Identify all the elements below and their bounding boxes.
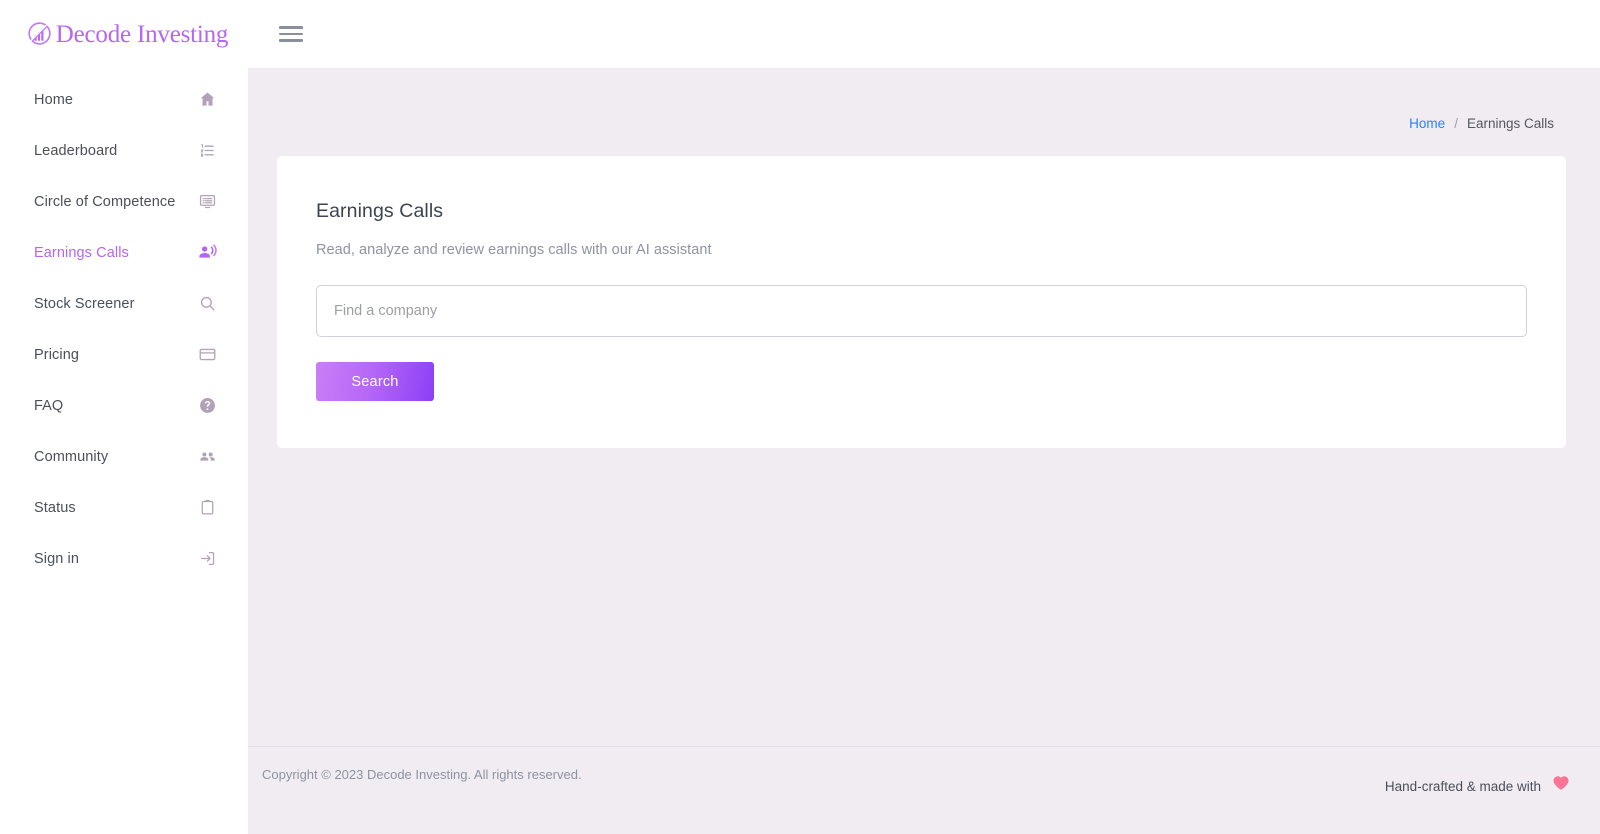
home-icon <box>197 90 217 110</box>
search-input[interactable] <box>316 285 1527 337</box>
sidebar-nav: Home Leaderboard Circle of Competence Ea… <box>0 68 248 584</box>
sidebar-item-label: Sign in <box>34 550 80 567</box>
page-subtitle: Read, analyze and review earnings calls … <box>316 242 712 258</box>
sidebar-item-label: Status <box>34 499 76 516</box>
sidebar-item-status[interactable]: Status <box>0 482 248 533</box>
breadcrumb: Home / Earnings Calls <box>248 68 1600 131</box>
help-circle-icon <box>197 396 217 416</box>
breadcrumb-home-link[interactable]: Home <box>1409 116 1445 131</box>
chart-circle-logo-icon <box>26 20 53 47</box>
app-root: Decode Investing Home Leaderboard Circle… <box>0 0 1600 834</box>
sidebar-item-label: Stock Screener <box>34 295 135 312</box>
sidebar-item-label: Home <box>34 91 74 108</box>
sidebar-item-community[interactable]: Community <box>0 431 248 482</box>
brand-logo[interactable]: Decode Investing <box>0 0 248 68</box>
sidebar: Decode Investing Home Leaderboard Circle… <box>0 0 248 834</box>
sidebar-item-label: Community <box>34 448 109 465</box>
breadcrumb-current: Earnings Calls <box>1466 116 1554 131</box>
hamburger-line <box>279 26 303 29</box>
search-button[interactable]: Search <box>316 362 434 401</box>
sidebar-item-earnings-calls[interactable]: Earnings Calls <box>0 227 248 278</box>
heart-icon <box>1550 771 1572 793</box>
topbar <box>248 0 1600 68</box>
made-with-block: Hand-crafted & made with <box>1385 767 1572 794</box>
content-area: Home / Earnings Calls Earnings Calls Rea… <box>248 68 1600 746</box>
ordered-list-icon <box>197 141 217 161</box>
sidebar-item-label: FAQ <box>34 397 64 414</box>
sidebar-item-leaderboard[interactable]: Leaderboard <box>0 125 248 176</box>
made-with-text: Hand-crafted & made with <box>1384 779 1541 794</box>
sidebar-item-faq[interactable]: FAQ <box>0 380 248 431</box>
search-icon <box>197 294 217 314</box>
copyright-text: Copyright © 2023 Decode Investing. All r… <box>262 767 582 782</box>
hamburger-line <box>279 32 303 36</box>
people-group-icon <box>197 447 217 467</box>
sidebar-item-circle-of-competence[interactable]: Circle of Competence <box>0 176 248 227</box>
sidebar-item-sign-in[interactable]: Sign in <box>0 533 248 584</box>
main-column: Home / Earnings Calls Earnings Calls Rea… <box>248 0 1600 834</box>
sidebar-item-home[interactable]: Home <box>0 74 248 125</box>
credit-card-icon <box>197 345 217 365</box>
page-title: Earnings Calls <box>316 200 444 222</box>
sidebar-item-label: Leaderboard <box>34 142 118 159</box>
monitor-list-icon <box>197 192 217 212</box>
brand-name: Decode Investing <box>55 20 229 48</box>
record-voice-over-icon <box>197 243 217 263</box>
earnings-calls-card: Earnings Calls Read, analyze and review … <box>277 156 1566 448</box>
sidebar-item-label: Pricing <box>34 346 80 363</box>
sidebar-item-pricing[interactable]: Pricing <box>0 329 248 380</box>
sidebar-item-stock-screener[interactable]: Stock Screener <box>0 278 248 329</box>
footer: Copyright © 2023 Decode Investing. All r… <box>248 746 1600 834</box>
login-arrow-icon <box>197 549 217 569</box>
sidebar-item-label: Earnings Calls <box>34 244 129 261</box>
clipboard-icon <box>197 498 217 518</box>
hamburger-menu-icon[interactable] <box>278 21 304 47</box>
hamburger-line <box>279 39 303 42</box>
breadcrumb-separator: / <box>1454 116 1458 131</box>
sidebar-item-label: Circle of Competence <box>34 193 176 210</box>
